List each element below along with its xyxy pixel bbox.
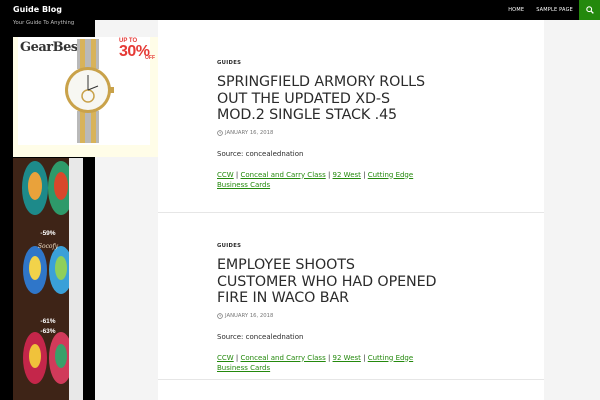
ad-image: GearBest UP TO 30% OFF bbox=[18, 37, 155, 145]
primary-nav: Home Sample Page bbox=[502, 0, 579, 20]
gearbest-ad-banner[interactable]: GearBest UP TO 30% OFF bbox=[13, 37, 158, 157]
post-title[interactable]: Employee Shoots Customer Who Had Opened … bbox=[217, 257, 437, 307]
post-divider bbox=[158, 379, 544, 380]
post-category[interactable]: Guides bbox=[217, 60, 241, 66]
clock-icon bbox=[217, 312, 223, 319]
right-gutter bbox=[544, 20, 600, 400]
post-source: Source: concealednation bbox=[217, 332, 304, 341]
post-title[interactable]: Springfield Armory Rolls Out The Updated… bbox=[217, 74, 437, 124]
post-date[interactable]: January 16, 2018 bbox=[217, 313, 437, 319]
post-date-text: January 16, 2018 bbox=[225, 129, 274, 136]
post-tags: CCW | Conceal and Carry Class | 92 West … bbox=[217, 353, 414, 372]
search-icon bbox=[585, 6, 594, 14]
tag-link[interactable]: Conceal and Carry Class bbox=[241, 171, 326, 179]
tag-link[interactable]: 92 West bbox=[333, 354, 361, 362]
tag-link[interactable]: Conceal and Carry Class bbox=[241, 354, 326, 362]
ad-frame bbox=[69, 158, 83, 400]
post-divider bbox=[158, 212, 544, 213]
ad-promo-suffix: OFF bbox=[145, 55, 155, 61]
watch-image bbox=[65, 39, 114, 143]
nav-item-home[interactable]: Home bbox=[502, 0, 530, 20]
post-category[interactable]: Guides bbox=[217, 243, 241, 249]
post-article: Guides Springfield Armory Rolls Out The … bbox=[217, 51, 437, 190]
tag-link[interactable]: CCW bbox=[217, 354, 234, 362]
post-date-text: January 16, 2018 bbox=[225, 312, 274, 319]
site-title[interactable]: Guide Blog bbox=[13, 5, 62, 14]
post-source: Source: concealednation bbox=[217, 149, 304, 158]
post-article: Guides Employee Shoots Customer Who Had … bbox=[217, 234, 437, 373]
post-date[interactable]: January 16, 2018 bbox=[217, 130, 437, 136]
tag-link[interactable]: 92 West bbox=[333, 171, 361, 179]
site-header: Guide Blog Home Sample Page bbox=[0, 0, 600, 20]
search-toggle-button[interactable] bbox=[579, 0, 600, 20]
nav-item-sample-page[interactable]: Sample Page bbox=[530, 0, 579, 20]
site-tagline: Your Guide To Anything bbox=[13, 20, 75, 26]
tag-link[interactable]: CCW bbox=[217, 171, 234, 179]
post-tags: CCW | Conceal and Carry Class | 92 West … bbox=[217, 170, 414, 189]
clock-icon bbox=[217, 129, 223, 136]
